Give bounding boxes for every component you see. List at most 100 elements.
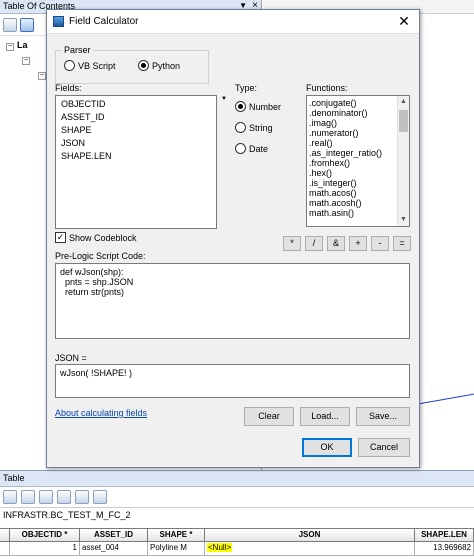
minus-button[interactable]: - [371, 236, 389, 251]
list-item[interactable]: JSON [56, 137, 216, 150]
ampersand-button[interactable]: & [327, 236, 345, 251]
scroll-down-icon[interactable]: ▼ [398, 214, 409, 226]
attribute-grid: OBJECTID * ASSET_ID SHAPE * JSON SHAPE.L… [0, 528, 474, 556]
table-toolbar [0, 487, 474, 508]
list-item[interactable]: .imag() [307, 118, 397, 128]
list-by-source-icon[interactable] [20, 17, 34, 32]
type-number-radio[interactable]: Number [235, 101, 281, 112]
list-item[interactable]: .hex() [307, 168, 397, 178]
list-item[interactable]: .numerator() [307, 128, 397, 138]
column-header-json[interactable]: JSON [205, 528, 415, 542]
prelogic-code-editor[interactable]: def wJson(shp): pnts = shp.JSON return s… [55, 263, 410, 339]
column-header-shape-len[interactable]: SHAPE.LEN [415, 528, 474, 542]
row-selector-header[interactable] [0, 528, 10, 542]
parser-vbscript-label: VB Script [78, 60, 116, 71]
list-item[interactable]: OBJECTID [56, 98, 216, 111]
parser-python-radio[interactable]: Python [138, 60, 180, 71]
tree-row-2[interactable]: − [22, 54, 33, 65]
collapse-icon[interactable]: − [6, 43, 14, 51]
type-number-label: Number [249, 101, 282, 112]
table-options-icon[interactable] [3, 490, 17, 504]
column-header-shape[interactable]: SHAPE * [148, 528, 205, 542]
expression-label: JSON = [55, 353, 87, 363]
radio-indicator[interactable] [64, 60, 75, 71]
expression-editor[interactable]: wJson( !SHAPE! ) [55, 364, 410, 398]
table-tab[interactable]: INFRASTR.BC_TEST_M_FC_2 [0, 508, 474, 522]
plus-button[interactable]: + [349, 236, 367, 251]
list-item[interactable]: SHAPE [56, 124, 216, 137]
ok-button[interactable]: OK [302, 438, 352, 457]
table-row[interactable]: 1 asset_004 Polyline M <Null> 13.969682 [0, 542, 474, 556]
about-calculating-fields-link[interactable]: About calculating fields [55, 408, 147, 418]
list-item[interactable]: math.acosh() [307, 198, 397, 208]
collapse-icon[interactable]: − [38, 72, 46, 80]
cell-json[interactable]: <Null> [205, 542, 415, 556]
delete-selected-icon[interactable] [93, 490, 107, 504]
cancel-button[interactable]: Cancel [358, 438, 410, 457]
radio-indicator[interactable] [235, 101, 246, 112]
divide-button[interactable]: / [305, 236, 323, 251]
parser-group: Parser VB Script Python [55, 45, 209, 84]
type-string-label: String [249, 122, 273, 133]
fields-list[interactable]: OBJECTID ASSET_ID SHAPE JSON SHAPE.LEN [55, 95, 217, 229]
close-icon[interactable]: ✕ [395, 13, 413, 30]
related-tables-icon[interactable] [21, 490, 35, 504]
load-button[interactable]: Load... [300, 407, 350, 426]
switch-selection-icon[interactable] [57, 490, 71, 504]
null-value: <Null> [207, 543, 233, 552]
type-date-label: Date [249, 143, 269, 154]
list-item[interactable]: math.acos() [307, 188, 397, 198]
checkmark-icon[interactable]: ✓ [55, 232, 66, 243]
multiply-button[interactable]: * [283, 236, 301, 251]
radio-indicator[interactable] [138, 60, 149, 71]
radio-indicator[interactable] [235, 122, 246, 133]
scroll-thumb[interactable] [399, 110, 408, 132]
layers-label: La [17, 40, 28, 50]
column-header-asset-id[interactable]: ASSET_ID [80, 528, 148, 542]
functions-label: Functions: [306, 83, 348, 93]
type-string-radio[interactable]: String [235, 122, 273, 133]
cell-shape[interactable]: Polyline M [148, 542, 205, 556]
parser-vbscript-radio[interactable]: VB Script [64, 60, 116, 71]
grid-header: OBJECTID * ASSET_ID SHAPE * JSON SHAPE.L… [0, 528, 474, 542]
collapse-icon[interactable]: − [22, 57, 30, 65]
calculator-icon [53, 16, 64, 27]
scroll-up-icon[interactable]: ▲ [398, 96, 409, 108]
type-label: Type: [235, 83, 258, 93]
fields-label: Fields: [55, 83, 82, 93]
parser-label: Parser [62, 45, 93, 55]
type-date-radio[interactable]: Date [235, 143, 268, 154]
clear-button[interactable]: Clear [244, 407, 294, 426]
show-codeblock-checkbox[interactable]: ✓ Show Codeblock [55, 232, 137, 243]
list-item[interactable]: math.asin() [307, 208, 397, 218]
table-title: Table [0, 471, 474, 487]
cell-asset-id[interactable]: asset_004 [80, 542, 148, 556]
list-by-drawing-order-icon[interactable] [3, 17, 17, 32]
list-item[interactable]: .conjugate() [307, 98, 397, 108]
field-calculator-dialog: Field Calculator ✕ Parser VB Script Pyth… [46, 9, 420, 468]
list-item[interactable]: .fromhex() [307, 158, 397, 168]
dialog-title: Field Calculator [69, 16, 139, 27]
save-button[interactable]: Save... [356, 407, 410, 426]
show-codeblock-label: Show Codeblock [69, 232, 137, 243]
list-item[interactable]: .as_integer_ratio() [307, 148, 397, 158]
clear-selection-icon[interactable] [75, 490, 89, 504]
column-header-objectid[interactable]: OBJECTID * [10, 528, 80, 542]
functions-list[interactable]: .conjugate() .denominator() .imag() .num… [306, 95, 410, 227]
radio-indicator[interactable] [235, 143, 246, 154]
cell-shape-len[interactable]: 13.969682 [415, 542, 474, 556]
dialog-titlebar[interactable]: Field Calculator [47, 10, 419, 34]
select-by-attributes-icon[interactable] [39, 490, 53, 504]
list-item[interactable]: SHAPE.LEN [56, 150, 216, 163]
list-item[interactable]: .denominator() [307, 108, 397, 118]
layers-tree-row[interactable]: − La [6, 40, 28, 51]
list-item[interactable]: .is_integer() [307, 178, 397, 188]
list-item[interactable]: ASSET_ID [56, 111, 216, 124]
fields-sort-icon[interactable]: ▼ [221, 96, 227, 102]
list-item[interactable]: .real() [307, 138, 397, 148]
row-selector[interactable] [0, 542, 10, 556]
equals-button[interactable]: = [393, 236, 411, 251]
functions-scrollbar[interactable]: ▲ ▼ [397, 96, 409, 226]
cell-objectid[interactable]: 1 [10, 542, 80, 556]
prelogic-label: Pre-Logic Script Code: [55, 251, 146, 261]
